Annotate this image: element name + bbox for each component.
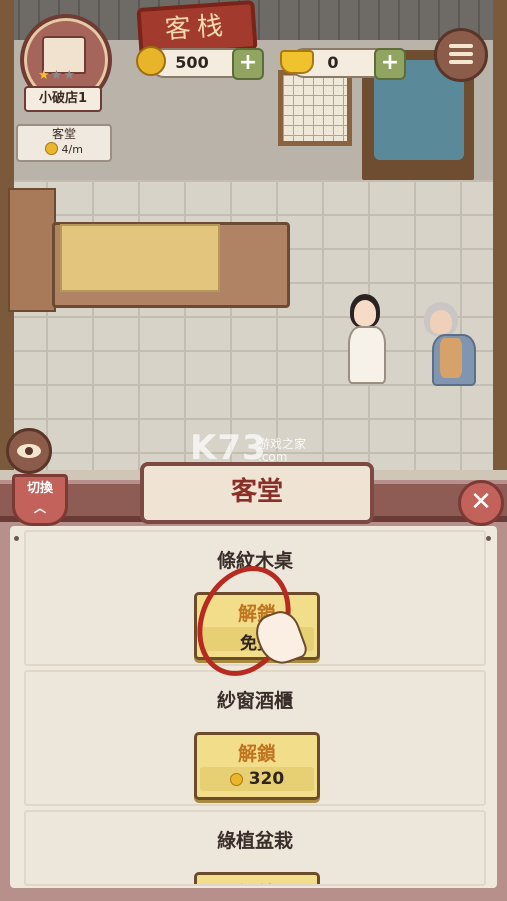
ingot-icon: [280, 50, 314, 74]
switch-label: 切換: [26, 481, 53, 496]
room-card-rate: 4/m: [61, 143, 83, 156]
star-filled-icon: ★: [38, 68, 51, 83]
coin-icon: [229, 773, 243, 786]
star-empty-icon: ★: [63, 68, 76, 83]
panel-title: 客堂: [140, 462, 374, 524]
unlock-button[interactable]: 解鎖 320: [194, 732, 320, 800]
close-icon: ✕: [470, 487, 492, 517]
item-name: 綠植盆栽: [216, 830, 293, 852]
list-item: 紗窗酒櫃 解鎖 320: [24, 670, 486, 806]
menu-icon: [449, 44, 473, 48]
item-name: 紗窗酒櫃: [216, 690, 293, 712]
unlock-label: 解鎖: [197, 879, 317, 884]
menu-button[interactable]: [434, 28, 488, 82]
switch-room-button[interactable]: 切換 ︿: [12, 474, 68, 526]
room-card-title: 客堂: [51, 127, 76, 141]
unlock-button[interactable]: 解鎖: [194, 872, 320, 884]
counter-side: [8, 188, 56, 312]
shop-name: 小破店1: [24, 86, 102, 112]
star-empty-icon: ★: [50, 68, 64, 83]
room-income-card[interactable]: 客堂 4/m: [16, 124, 112, 162]
coin-icon: [136, 46, 166, 76]
unlock-label: 解鎖: [237, 743, 276, 765]
add-ingots-button[interactable]: +: [374, 48, 406, 80]
chevron-up-icon: ︿: [33, 501, 46, 515]
close-button[interactable]: ✕: [458, 480, 504, 526]
unlock-cost: 320: [248, 769, 285, 789]
shop-star-rating: ★★★: [38, 68, 76, 83]
add-coins-button[interactable]: +: [232, 48, 264, 80]
view-toggle-button[interactable]: [6, 428, 52, 474]
lattice-window: [278, 70, 352, 146]
coin-counter: 500 +: [150, 48, 264, 80]
coin-icon: [45, 142, 59, 155]
list-item: 綠植盆栽 解鎖: [24, 810, 486, 886]
right-pillar: [493, 0, 507, 470]
counter-mat: [60, 224, 220, 292]
